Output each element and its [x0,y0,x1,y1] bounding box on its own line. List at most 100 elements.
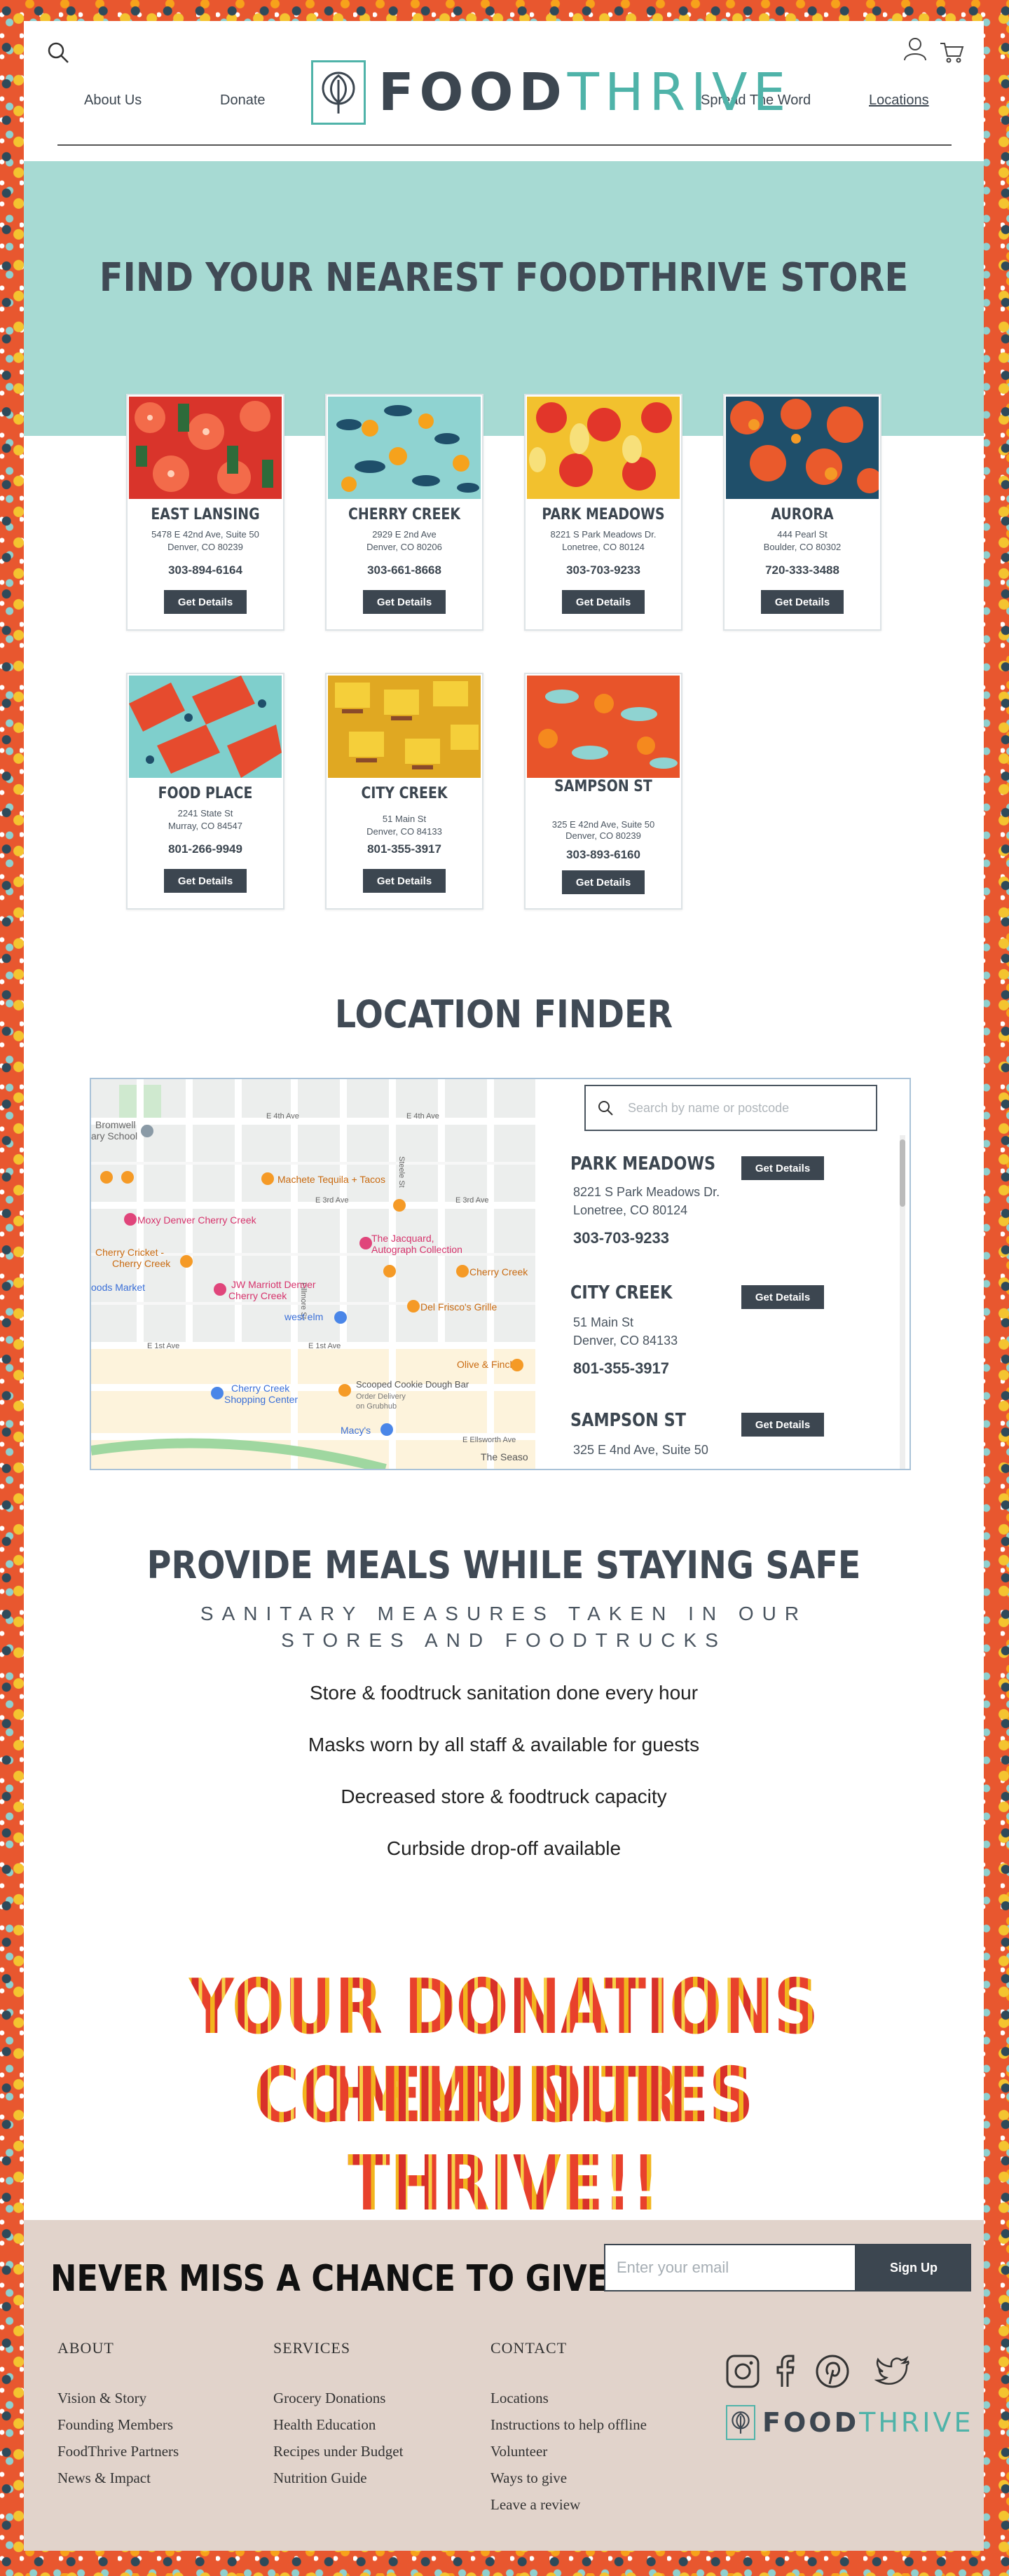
map-place-label: Shopping Center [224,1394,298,1405]
site-footer: NEVER MISS A CHANCE TO GIVE Sign Up ABOU… [24,2220,984,2551]
map-street-label: E 4th Ave [266,1112,299,1121]
map-place-label: Bromwell [95,1119,136,1130]
store-address-line2: Boulder, CO 80302 [763,542,842,552]
store-address-line1: 325 E 42nd Ave, Suite 50 [551,819,655,830]
safety-subtitle: SANITARY MEASURES TAKEN IN OUR STORES AN… [200,1603,808,1651]
store-card: CHERRY CREEK 2929 E 2nd Ave Denver, CO 8… [325,394,483,631]
map-street-label: Steele St [397,1156,406,1188]
results-scroll-thumb[interactable] [900,1139,905,1207]
store-address-line1: 5478 E 42nd Ave, Suite 50 [151,529,259,540]
map-place-label: Machete Tequila + Tacos [277,1174,385,1185]
store-image [129,676,282,778]
store-name: PARK MEADOWS [542,506,665,523]
donation-banner-line2: COMMUNITIES THRIVE!! [110,2052,897,2228]
map-place-label: west elm [284,1311,323,1322]
store-phone: 801-266-9949 [168,842,242,856]
get-details-button[interactable]: Get Details [761,590,844,614]
hero-title: FIND YOUR NEAREST FOODTHRIVE STORE [99,255,909,301]
result-address-line1: 325 E 4nd Ave, Suite 50 [573,1443,708,1457]
get-details-button[interactable]: Get Details [363,590,446,614]
map-street-label: E 3rd Ave [315,1196,349,1205]
footer-link[interactable]: Volunteer [490,2443,547,2460]
instagram-icon[interactable] [725,2353,761,2390]
map-place-label: Cherry Creek [469,1266,528,1277]
map-place-label: Olive & Finch [457,1359,515,1370]
result-name: SAMPSON ST [570,1410,687,1431]
footer-heading-services: SERVICES [273,2339,351,2357]
pinterest-icon[interactable] [814,2353,851,2390]
nav-locations[interactable]: Locations [869,93,929,109]
get-details-button[interactable]: Get Details [164,590,247,614]
store-phone: 303-661-8668 [367,563,441,577]
store-image [129,397,282,499]
nav-about-us[interactable]: About Us [84,93,142,109]
location-results: PARK MEADOWS Get Details 8221 S Park Mea… [535,1079,910,1469]
store-image [726,397,879,499]
map-place-label: oods Market [91,1282,145,1293]
map-place-label: Cherry Creek [231,1383,290,1394]
get-details-button[interactable]: Get Details [741,1413,824,1437]
footer-link[interactable]: Recipes under Budget [273,2443,403,2460]
site-logo[interactable]: FOODTHRIVE [311,60,791,125]
twitter-icon[interactable] [874,2353,911,2390]
user-icon[interactable] [902,36,928,62]
store-image [527,676,680,778]
newsletter-heading: NEVER MISS A CHANCE TO GIVE [50,2258,609,2300]
map-street-label: E Ellsworth Ave [462,1436,516,1444]
footer-link[interactable]: Ways to give [490,2469,567,2487]
newsletter-email-input[interactable] [604,2244,856,2291]
get-details-button[interactable]: Get Details [741,1285,824,1309]
cart-icon[interactable] [939,39,964,64]
footer-link[interactable]: Vision & Story [57,2390,146,2407]
result-name: PARK MEADOWS [570,1153,716,1174]
get-details-button[interactable]: Get Details [741,1156,824,1180]
footer-link[interactable]: Health Education [273,2416,376,2434]
map-place-label: The Jacquard, [371,1233,434,1244]
map-place-label: Macy's [341,1425,371,1436]
search-icon[interactable] [46,41,70,64]
footer-logo-text-food: FOOD [762,2407,860,2438]
store-address-line2: Denver, CO 80239 [565,830,641,841]
map-place-label: Cherry Creek [228,1290,287,1301]
footer-link[interactable]: Nutrition Guide [273,2469,367,2487]
result-address-line2: Denver, CO 84133 [573,1334,678,1348]
signup-button[interactable]: Sign Up [856,2244,971,2291]
map[interactable]: E 4th Ave E 4th Ave E 3rd Ave E 3rd Ave … [91,1079,535,1469]
map-street-label: E 1st Ave [308,1342,341,1350]
footer-heading-about: ABOUT [57,2339,114,2357]
facebook-icon[interactable] [767,2353,803,2390]
footer-link[interactable]: FoodThrive Partners [57,2443,179,2460]
store-phone: 303-894-6164 [168,563,242,577]
map-place-label: The Seaso [481,1451,528,1462]
get-details-button[interactable]: Get Details [363,869,446,893]
store-card: EAST LANSING 5478 E 42nd Ave, Suite 50 D… [126,394,284,631]
footer-logo[interactable]: FOODTHRIVE [726,2405,974,2440]
footer-link[interactable]: Instructions to help offline [490,2416,647,2434]
finder-search [584,1085,877,1131]
footer-link[interactable]: Leave a review [490,2496,580,2514]
get-details-button[interactable]: Get Details [562,590,645,614]
footer-link[interactable]: Grocery Donations [273,2390,385,2407]
page: About Us Donate Spread The Word Location… [24,21,984,2551]
result-address-line1: 8221 S Park Meadows Dr. [573,1185,720,1199]
map-place-label: Order Delivery [356,1392,406,1401]
logo-emblem [311,60,366,125]
store-phone: 720-333-3488 [765,563,839,577]
site-header: About Us Donate Spread The Word Location… [24,21,984,161]
store-address-line1: 2241 State St [177,808,233,818]
nav-donate[interactable]: Donate [220,93,266,109]
leaf-icon [732,2411,750,2434]
store-card: CITY CREEK 51 Main St Denver, CO 84133 8… [325,673,483,910]
finder-search-input[interactable] [628,1100,859,1116]
footer-link[interactable]: News & Impact [57,2469,151,2487]
map-place-label: on Grubhub [356,1402,397,1411]
store-image [328,397,481,499]
footer-logo-emblem [726,2405,755,2440]
map-place-label: Del Frisco's Grille [420,1301,497,1313]
location-finder-title: LOCATION FINDER [334,992,673,1036]
footer-link[interactable]: Founding Members [57,2416,173,2434]
get-details-button[interactable]: Get Details [164,869,247,893]
get-details-button[interactable]: Get Details [562,870,645,894]
footer-link[interactable]: Locations [490,2390,549,2407]
map-canvas[interactable]: E 4th Ave E 4th Ave E 3rd Ave E 3rd Ave … [91,1079,535,1469]
